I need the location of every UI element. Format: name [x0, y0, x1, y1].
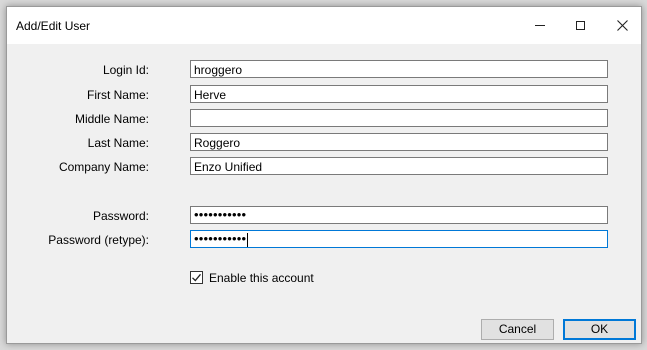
- close-button[interactable]: [602, 7, 642, 44]
- password-retype-row: Password (retype): •••••••••••: [7, 230, 641, 250]
- minimize-icon: [535, 25, 545, 26]
- minimize-button[interactable]: [520, 7, 560, 44]
- company-name-row: Company Name: Enzo Unified: [7, 157, 641, 177]
- enable-account-checkbox[interactable]: [190, 271, 203, 284]
- close-icon: [616, 20, 628, 31]
- password-row: Password: •••••••••••: [7, 206, 641, 226]
- first-name-row: First Name: Herve: [7, 85, 641, 105]
- password-field[interactable]: •••••••••••: [190, 206, 608, 224]
- last-name-row: Last Name: Roggero: [7, 133, 641, 153]
- ok-button[interactable]: OK: [563, 319, 636, 340]
- maximize-button[interactable]: [560, 7, 600, 44]
- text-caret: [247, 232, 249, 247]
- password-label: Password:: [92, 209, 149, 223]
- password-retype-masked-wrapper: •••••••••••: [194, 231, 249, 247]
- checkmark-icon: [192, 273, 201, 282]
- middle-name-row: Middle Name:: [7, 109, 641, 129]
- last-name-field[interactable]: Roggero: [190, 133, 608, 151]
- add-edit-user-dialog: Add/Edit User Login Id: hroggero First N…: [6, 6, 642, 344]
- login-id-label: Login Id:: [102, 63, 149, 77]
- title-bar[interactable]: Add/Edit User: [7, 7, 641, 44]
- password-retype-masked-value: •••••••••••: [194, 231, 247, 246]
- company-name-field[interactable]: Enzo Unified: [190, 157, 608, 175]
- login-id-field[interactable]: hroggero: [190, 60, 608, 78]
- password-masked-value: •••••••••••: [194, 207, 247, 222]
- first-name-field[interactable]: Herve: [190, 85, 608, 103]
- window-title: Add/Edit User: [16, 19, 91, 33]
- company-name-value: Enzo Unified: [194, 160, 263, 174]
- cancel-button[interactable]: Cancel: [481, 319, 554, 340]
- first-name-label: First Name:: [86, 88, 149, 102]
- last-name-label: Last Name:: [87, 136, 149, 150]
- login-id-row: Login Id: hroggero: [7, 60, 641, 80]
- company-name-label: Company Name:: [58, 160, 149, 174]
- middle-name-field[interactable]: [190, 109, 608, 127]
- password-retype-label: Password (retype):: [48, 233, 149, 247]
- last-name-value: Roggero: [194, 136, 241, 150]
- enable-account-label: Enable this account: [209, 271, 314, 285]
- password-retype-field[interactable]: •••••••••••: [190, 230, 608, 248]
- maximize-icon: [575, 21, 585, 30]
- login-id-value: hroggero: [194, 63, 243, 77]
- first-name-value: Herve: [194, 88, 227, 102]
- middle-name-label: Middle Name:: [74, 112, 149, 126]
